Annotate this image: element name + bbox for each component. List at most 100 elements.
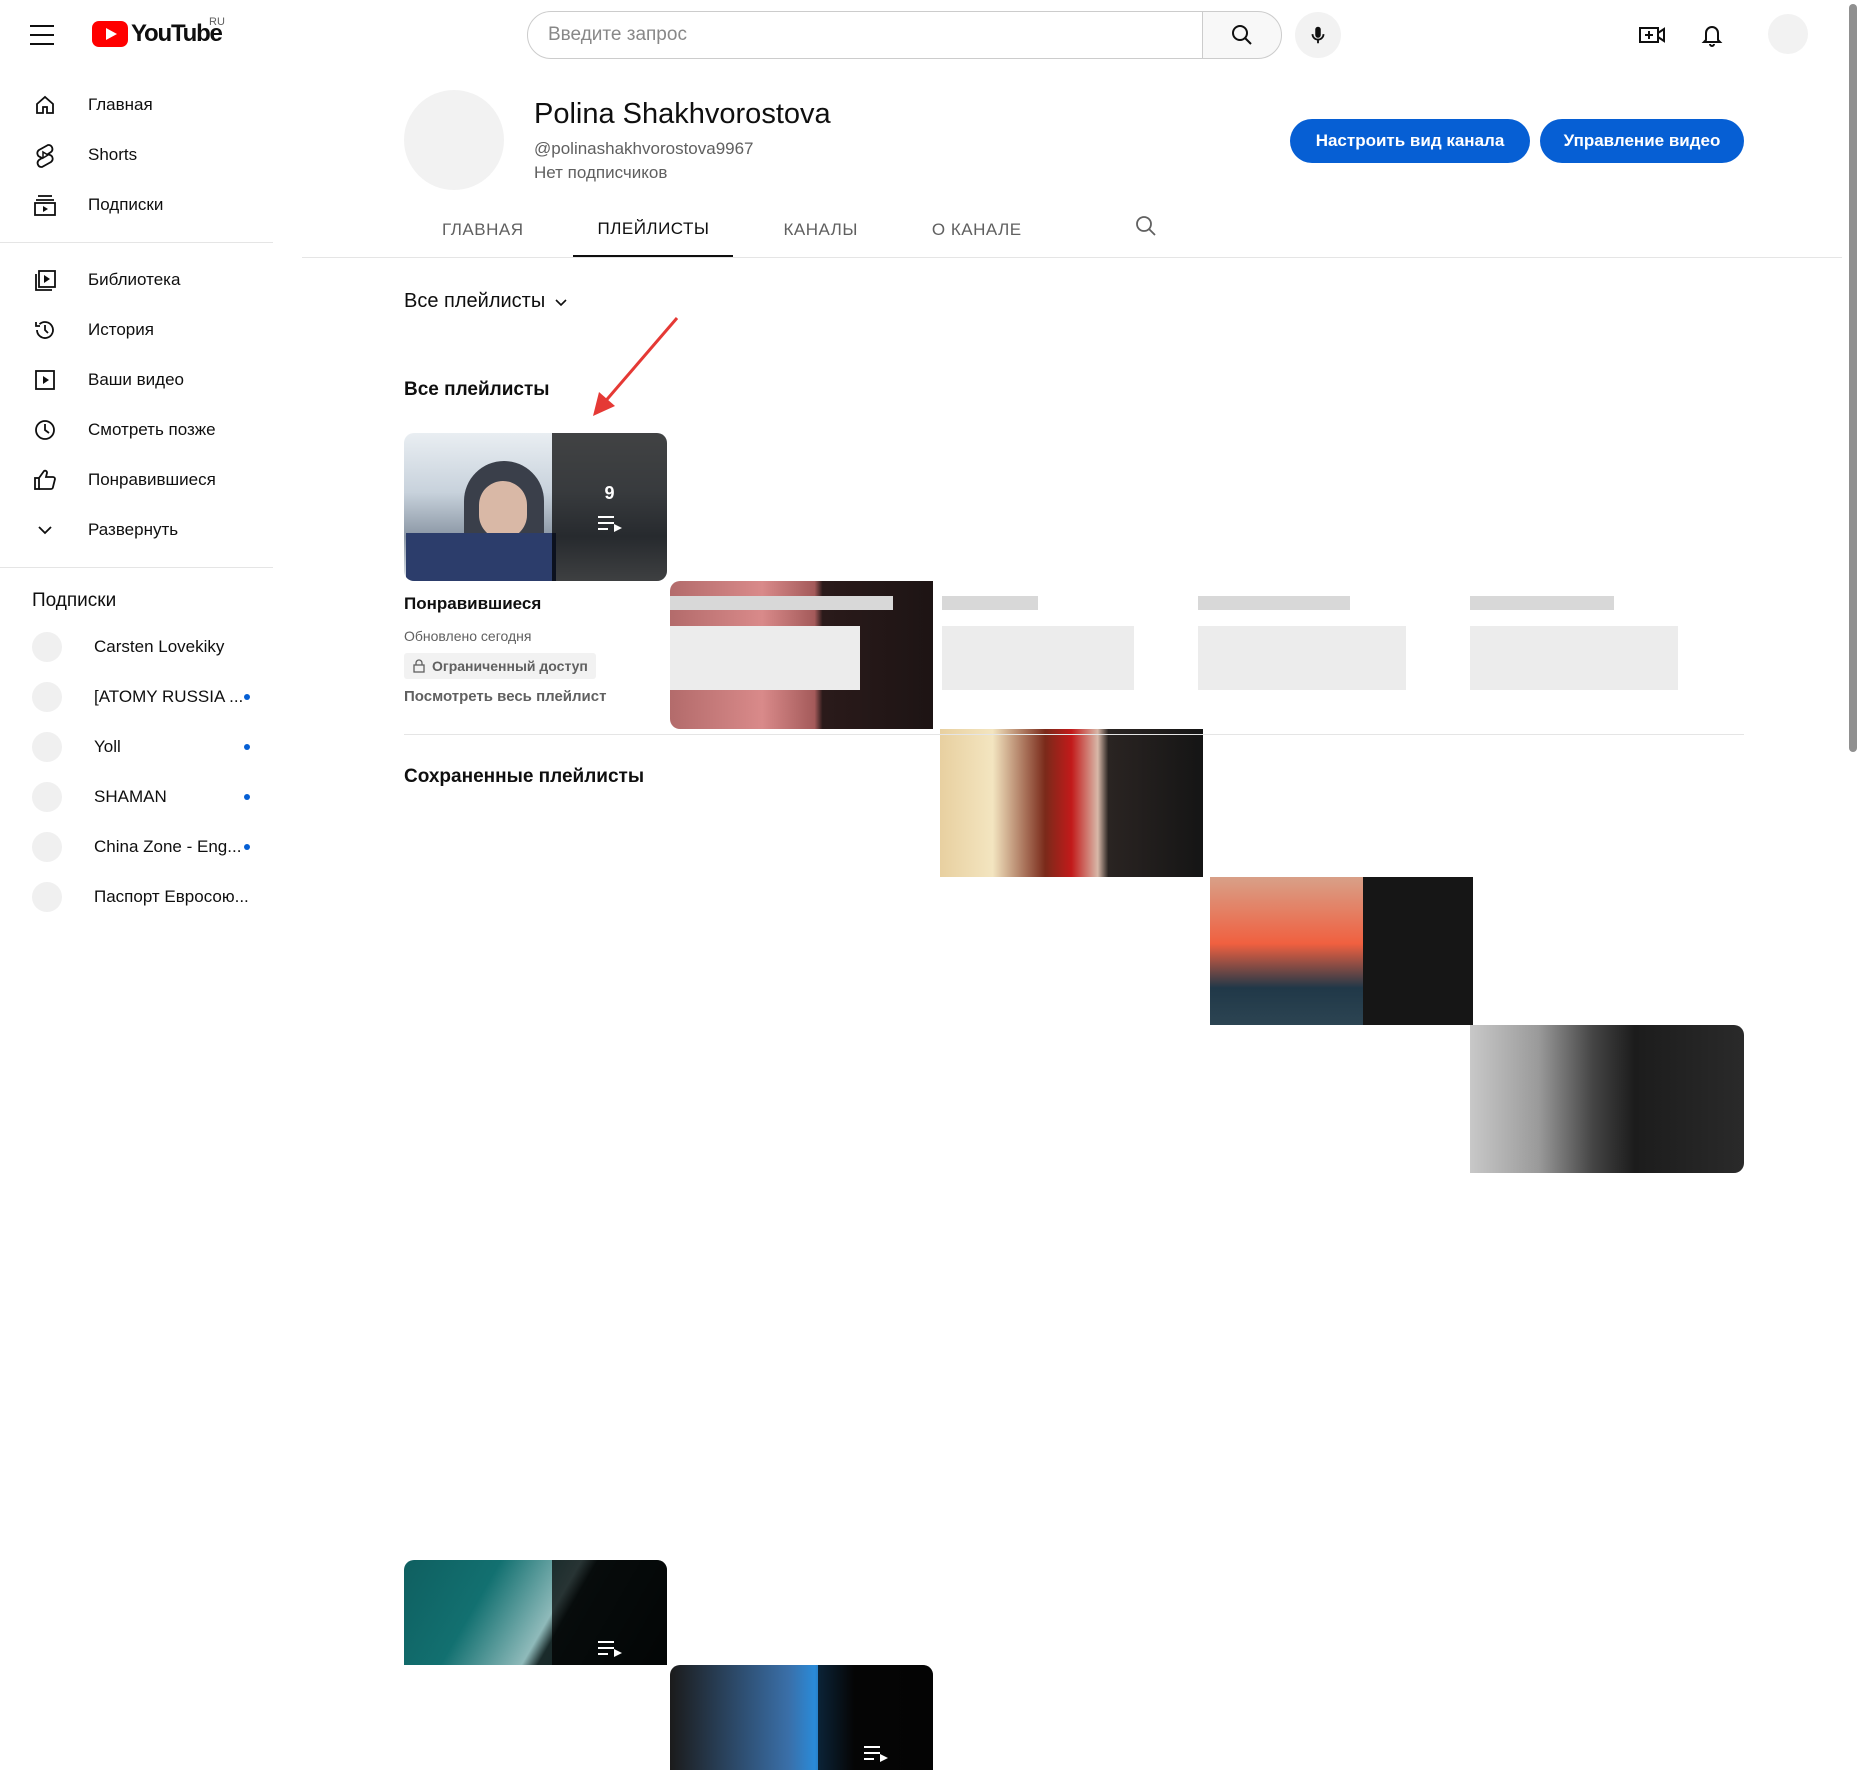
watch-later-icon: [32, 417, 58, 443]
view-full-playlist-link[interactable]: Посмотреть весь плейлист: [404, 688, 606, 705]
privacy-label: Ограниченный доступ: [432, 658, 588, 674]
sidebar-item-label: Ваши видео: [88, 370, 185, 389]
sidebar-divider: [0, 242, 273, 243]
manage-videos-button[interactable]: Управление видео: [1540, 119, 1744, 163]
customize-channel-button[interactable]: Настроить вид канала: [1290, 119, 1530, 163]
channel-avatar: [32, 732, 62, 762]
sidebar-item-history[interactable]: История: [0, 305, 290, 355]
subscription-item[interactable]: Паспорт Евросою...: [0, 872, 290, 922]
sidebar-item-label: Библиотека: [88, 270, 181, 289]
subscriptions-icon: [32, 192, 58, 218]
playlist-thumbnail[interactable]: [1470, 1025, 1744, 1173]
playlist-thumbnail[interactable]: [940, 729, 1203, 877]
subscription-name: Carsten Lovekiky: [94, 637, 225, 656]
blurred-meta: [670, 626, 860, 690]
blurred-thumbnail: [940, 729, 1203, 877]
subscription-item[interactable]: SHAMAN: [0, 772, 290, 822]
tab-channels[interactable]: КАНАЛЫ: [759, 202, 881, 258]
account-avatar[interactable]: [1768, 14, 1808, 54]
blurred-title: [670, 596, 893, 610]
tab-home[interactable]: ГЛАВНАЯ: [418, 202, 547, 258]
blurred-title: [1198, 596, 1350, 610]
playlist-icon: [863, 1746, 888, 1762]
subscription-item[interactable]: Carsten Lovekiky: [0, 622, 290, 672]
playlist-thumbnail[interactable]: 9: [404, 433, 667, 581]
sidebar-item-liked[interactable]: Понравившиеся: [0, 455, 290, 505]
playlist-filter-dropdown[interactable]: Все плейлисты: [404, 290, 569, 313]
subscription-item[interactable]: Yoll: [0, 722, 290, 772]
notifications-button[interactable]: [1692, 15, 1732, 55]
subscription-name: SHAMAN: [94, 787, 167, 806]
your-videos-icon: [32, 367, 58, 393]
sidebar-item-label: Shorts: [88, 145, 138, 164]
channel-avatar: [32, 882, 62, 912]
saved-playlists-title: Сохраненные плейлисты: [404, 766, 645, 787]
subscription-item[interactable]: China Zone - Eng...: [0, 822, 290, 872]
new-content-dot: [244, 794, 250, 800]
thumbnail-face: [479, 481, 527, 539]
bell-icon: [1701, 26, 1723, 47]
channel-name: Polina Shakhvorostova: [534, 98, 831, 130]
sidebar-item-shorts[interactable]: Shorts: [0, 130, 290, 180]
section-divider: [404, 734, 1744, 735]
channel-avatar: [32, 632, 62, 662]
play-logo-icon: [92, 21, 128, 47]
subscriptions-heading: Подписки: [32, 590, 117, 611]
channel-avatar: [32, 782, 62, 812]
chevron-down-icon: [555, 298, 567, 306]
tabs-divider: [302, 257, 1842, 258]
subscription-item[interactable]: [ATOMY RUSSIA ...: [0, 672, 290, 722]
playlist-title[interactable]: Понравившиеся: [404, 594, 541, 614]
saved-playlist-thumbnail[interactable]: [670, 1665, 933, 1770]
blurred-title: [942, 596, 1038, 610]
playlist-video-count: 9: [604, 482, 615, 503]
new-content-dot: [244, 844, 250, 850]
youtube-logo[interactable]: YouTube: [92, 20, 223, 48]
blurred-meta: [1470, 626, 1678, 690]
sidebar-item-watch-later[interactable]: Смотреть позже: [0, 405, 290, 455]
create-video-icon: [1639, 27, 1665, 43]
scrollbar-thumb[interactable]: [1849, 4, 1857, 752]
search-icon: [1136, 216, 1156, 236]
channel-search-button[interactable]: [1134, 214, 1158, 243]
new-content-dot: [244, 694, 250, 700]
sidebar-item-label: Развернуть: [88, 520, 179, 539]
playlist-count-overlay: [818, 1665, 933, 1770]
annotation-arrow: [593, 317, 679, 416]
home-icon: [32, 92, 58, 118]
voice-search-button[interactable]: [1295, 12, 1341, 58]
thumbnail-jacket: [406, 533, 556, 581]
playlist-thumbnail[interactable]: [1210, 877, 1473, 1025]
sidebar-item-home[interactable]: Главная: [0, 80, 290, 130]
tab-about[interactable]: О КАНАЛЕ: [908, 202, 1046, 258]
all-playlists-title: Все плейлисты: [404, 379, 550, 400]
sidebar-item-label: Смотреть позже: [88, 420, 216, 439]
sidebar-item-your-videos[interactable]: Ваши видео: [0, 355, 290, 405]
search-input[interactable]: [528, 12, 1202, 58]
subscription-name: Yoll: [94, 737, 121, 756]
shorts-icon: [32, 142, 58, 168]
blurred-meta: [1198, 626, 1406, 690]
blurred-overlay: [1363, 877, 1473, 1025]
lock-icon: [413, 659, 425, 673]
blurred-title: [1470, 596, 1614, 610]
sidebar-item-library[interactable]: Библиотека: [0, 255, 290, 305]
playlist-count-overlay: 9: [552, 433, 667, 581]
sidebar-item-expand[interactable]: Развернуть: [0, 505, 290, 555]
tab-playlists[interactable]: ПЛЕЙЛИСТЫ: [573, 202, 734, 258]
subscription-name: Паспорт Евросою...: [94, 887, 249, 906]
create-button[interactable]: [1632, 15, 1672, 55]
sidebar-item-label: Подписки: [88, 195, 164, 214]
menu-icon[interactable]: [30, 22, 56, 48]
saved-playlist-thumbnail[interactable]: [404, 1560, 667, 1665]
subscriber-count: Нет подписчиков: [534, 163, 668, 182]
sidebar-item-label: История: [88, 320, 154, 339]
microphone-icon: [1311, 26, 1325, 44]
new-content-dot: [244, 744, 250, 750]
sidebar-item-subscriptions[interactable]: Подписки: [0, 180, 290, 230]
subscription-name: [ATOMY RUSSIA ...: [94, 687, 244, 706]
channel-avatar: [32, 682, 62, 712]
library-icon: [32, 267, 58, 293]
channel-avatar-large[interactable]: [404, 90, 504, 190]
search-button[interactable]: [1202, 11, 1282, 59]
